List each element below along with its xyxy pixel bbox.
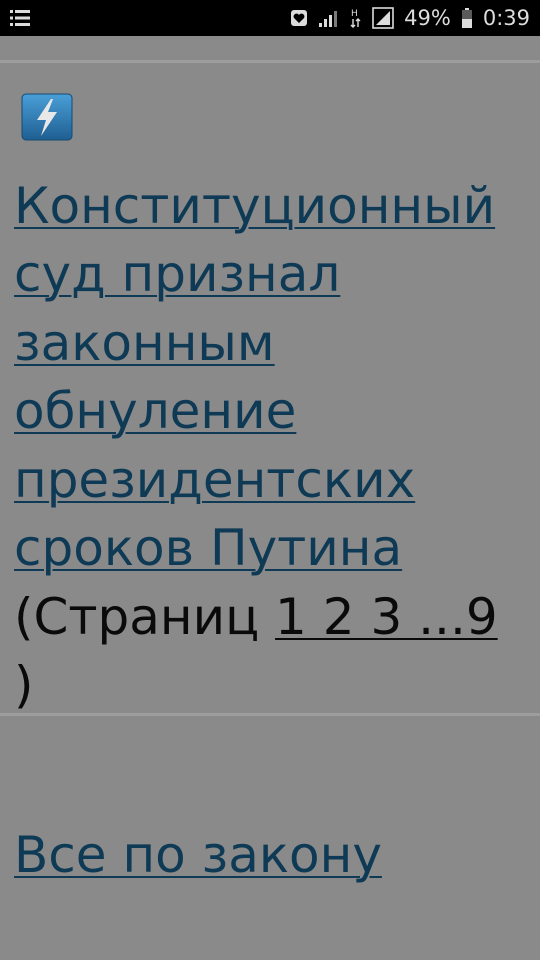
page-content: Конституционный суд признал законным обн…	[0, 36, 540, 960]
menu-icon[interactable]	[10, 9, 30, 27]
status-icons: H 49% 0:39	[290, 0, 530, 36]
heart-box-icon	[291, 10, 308, 26]
high-voltage-icon	[21, 93, 73, 141]
high-voltage-link[interactable]	[14, 92, 82, 154]
battery-percent: 49%	[404, 6, 451, 30]
bottom-section-link[interactable]: Все по закону	[14, 826, 382, 884]
svg-text:H: H	[351, 9, 358, 19]
pages-links[interactable]: 1 2 3 ...9	[275, 588, 498, 646]
pages-prefix: (Страниц	[14, 587, 276, 646]
clock: 0:39	[482, 6, 530, 30]
hplus-network-icon: H	[350, 9, 361, 28]
signal-icon	[319, 11, 338, 27]
status-bar: H 49% 0:39	[0, 0, 540, 36]
divider	[0, 60, 540, 63]
pages-suffix: )	[14, 656, 34, 714]
article-title-link[interactable]: Конституционный суд признал законным обн…	[14, 177, 495, 578]
divider	[0, 713, 540, 716]
signal-icon	[372, 7, 394, 29]
battery-icon	[461, 8, 472, 28]
article-item: Конституционный суд признал законным обн…	[14, 92, 524, 720]
